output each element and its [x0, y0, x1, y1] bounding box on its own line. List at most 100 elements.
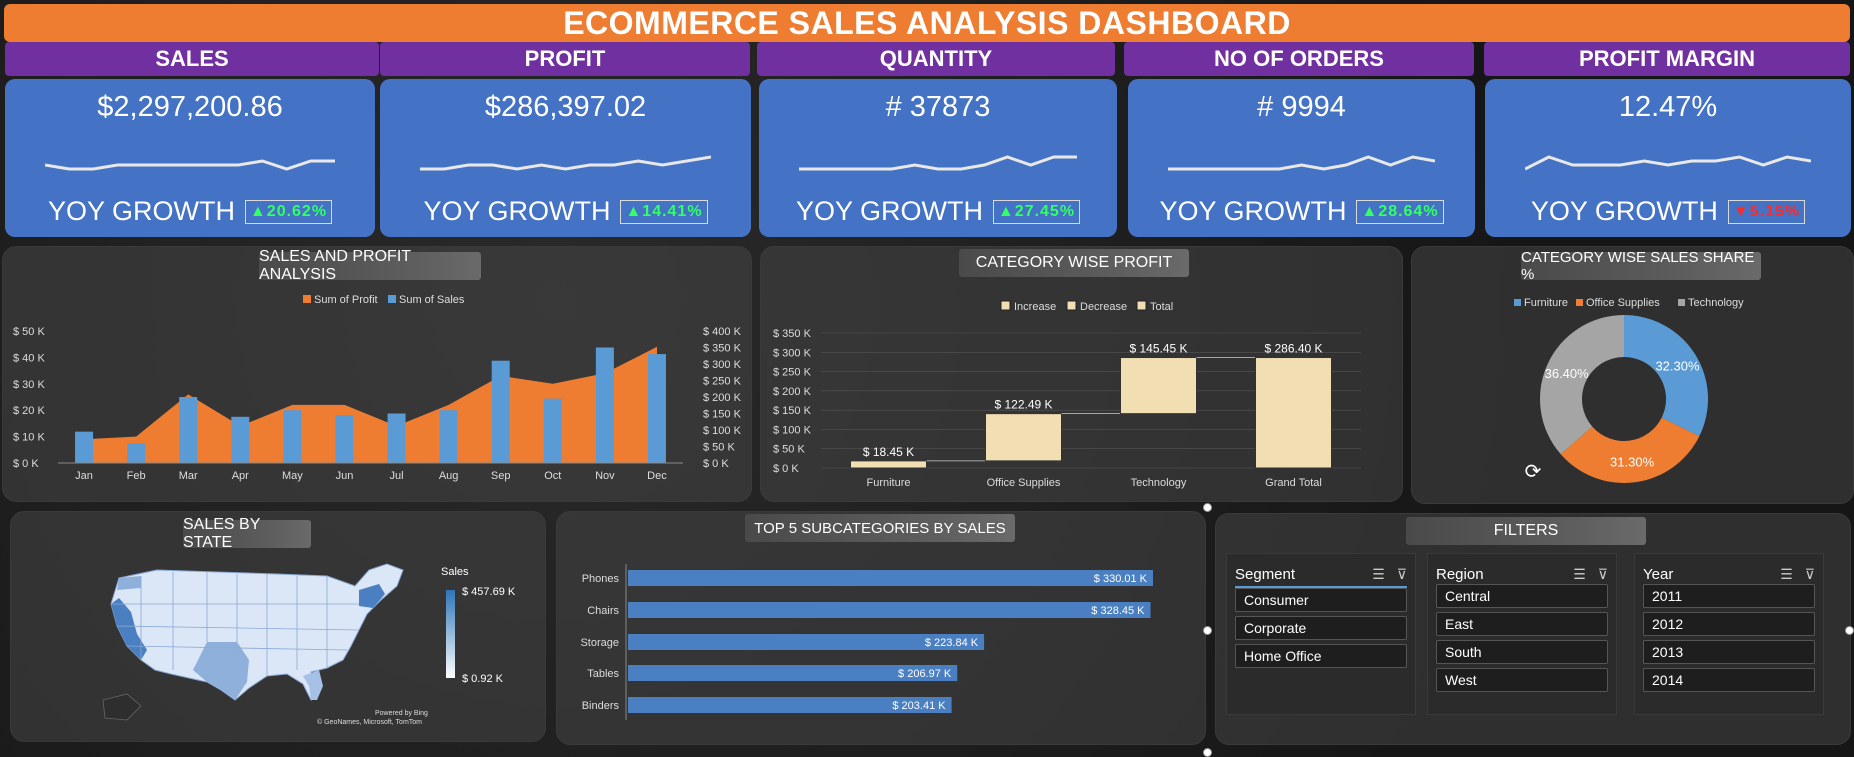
selection-handle[interactable]	[1845, 626, 1854, 635]
kpi-yoy-row: YOY GROWTH ▲14.41%	[380, 196, 751, 227]
multiselect-icon[interactable]: ☰	[1372, 566, 1385, 583]
multiselect-icon[interactable]: ☰	[1780, 566, 1793, 583]
yoy-growth-label: YOY GROWTH	[1530, 196, 1718, 226]
kpi-card-2: # 37873 YOY GROWTH ▲27.45%	[759, 79, 1117, 237]
top5-value-label: $ 330.01 K	[1094, 573, 1148, 585]
us-mainland-shape	[110, 563, 404, 701]
y-tick-label: Binders	[582, 700, 620, 712]
legend-label: Office Supplies	[1586, 297, 1660, 309]
yoy-growth-label: YOY GROWTH	[795, 196, 983, 226]
kpi-header-3: NO OF ORDERS	[1124, 42, 1474, 76]
segment-item-home-office[interactable]: Home Office	[1235, 644, 1407, 668]
region-item-west[interactable]: West	[1436, 668, 1608, 692]
year-item-2011[interactable]: 2011	[1643, 584, 1815, 608]
top5-panel: TOP 5 SUBCATEGORIES BY SALES Phones $ 330…	[556, 511, 1206, 745]
sparkline-path	[799, 155, 1077, 171]
segment-item-corporate[interactable]: Corporate	[1235, 616, 1407, 640]
x-tick-label: May	[282, 470, 303, 482]
y-tick-label: Storage	[580, 637, 619, 649]
selection-handle[interactable]	[1203, 626, 1212, 635]
x-tick-label: Aug	[439, 470, 459, 482]
alaska-shape	[102, 693, 142, 721]
y-right-tick: $ 200 K	[703, 392, 742, 404]
selection-handle[interactable]	[1203, 503, 1212, 512]
state-map-title: SALES BY STATE	[183, 516, 311, 551]
kpi-sparkline	[45, 159, 335, 171]
legend-swatch	[1576, 299, 1583, 306]
sales-bar	[439, 410, 458, 463]
y-left-tick: $ 0 K	[13, 458, 39, 470]
selection-handle[interactable]	[1203, 748, 1212, 757]
y-right-tick: $ 350 K	[703, 343, 742, 355]
filters-title: FILTERS	[1406, 517, 1646, 545]
clear-filter-icon[interactable]: ⊽	[1598, 566, 1608, 583]
kpi-yoy-row: YOY GROWTH ▲27.45%	[759, 196, 1117, 227]
kpi-card-4: 12.47% YOY GROWTH ▼5.15%	[1485, 79, 1851, 237]
legend-swatch-sales	[388, 295, 396, 303]
donut-slice	[1539, 315, 1624, 455]
sales-bar	[595, 347, 614, 463]
waterfall-bar	[985, 413, 1062, 462]
sparkline-path	[1525, 155, 1811, 171]
year-slicer: Year ☰ ⊽ 2011 2012 2013 2014	[1634, 553, 1824, 715]
multiselect-icon[interactable]: ☰	[1573, 566, 1586, 583]
x-tick-label: Mar	[179, 470, 198, 482]
x-tick-label: Jul	[390, 470, 404, 482]
kpi-value: # 9994	[1257, 91, 1346, 123]
y-right-tick: $ 250 K	[703, 376, 742, 388]
year-item-2014[interactable]: 2014	[1643, 668, 1815, 692]
rotate-handle-icon[interactable]: ⟳	[1522, 461, 1544, 483]
legend-swatch	[1000, 300, 1011, 311]
x-tick-label: Sep	[491, 470, 511, 482]
clear-filter-icon[interactable]: ⊽	[1397, 566, 1407, 583]
waterfall-value-label: $ 18.45 K	[863, 445, 914, 459]
kpi-value: $286,397.02	[484, 91, 647, 123]
x-tick-label: Grand Total	[1265, 477, 1322, 489]
x-tick-label: Jan	[75, 470, 93, 482]
region-item-central[interactable]: Central	[1436, 584, 1608, 608]
sparkline-path	[1168, 155, 1435, 171]
segment-slicer-header: Segment ☰ ⊽	[1235, 562, 1407, 588]
y-right-tick: $ 400 K	[703, 326, 742, 338]
year-item-2013[interactable]: 2013	[1643, 640, 1815, 664]
top5-value-label: $ 206.97 K	[898, 668, 952, 680]
y-right-tick: $ 100 K	[703, 425, 742, 437]
y-tick: $ 200 K	[773, 386, 812, 398]
y-tick: $ 0 K	[773, 463, 799, 475]
year-label: Year	[1643, 565, 1674, 583]
y-right-tick: $ 300 K	[703, 359, 742, 371]
donut-value-label: 31.30%	[1610, 454, 1655, 469]
us-map[interactable]	[97, 550, 437, 730]
donut-value-label: 32.30%	[1655, 359, 1700, 374]
y-tick: $ 300 K	[773, 347, 812, 359]
region-label: Region	[1436, 565, 1484, 583]
x-tick-label: Dec	[647, 470, 667, 482]
kpi-value: # 37873	[885, 91, 991, 123]
kpi-sparkline	[799, 155, 1077, 171]
map-legend-min: $ 0.92 K	[462, 673, 503, 685]
legend-swatch	[1514, 299, 1521, 306]
region-item-east[interactable]: East	[1436, 612, 1608, 636]
sales-bar	[543, 398, 562, 463]
segment-item-consumer[interactable]: Consumer	[1235, 588, 1407, 612]
y-tick-label: Phones	[582, 573, 620, 585]
top5-bar	[628, 570, 1153, 586]
kpi-card-1: $286,397.02 YOY GROWTH ▲14.41%	[380, 79, 751, 237]
kpi-sparkline	[1525, 155, 1811, 171]
top5-value-label: $ 223.84 K	[925, 637, 979, 649]
region-slicer: Region ☰ ⊽ Central East South West	[1427, 553, 1617, 715]
legend-label: Decrease	[1080, 301, 1127, 313]
region-item-south[interactable]: South	[1436, 640, 1608, 664]
sales-bar	[283, 410, 302, 463]
x-tick-label: Oct	[544, 470, 561, 482]
y-tick: $ 250 K	[773, 367, 812, 379]
year-item-2012[interactable]: 2012	[1643, 612, 1815, 636]
segment-slicer: Segment ☰ ⊽ Consumer Corporate Home Offic…	[1226, 553, 1416, 715]
kpi-card-0: $2,297,200.86 YOY GROWTH ▲20.62%	[5, 79, 375, 237]
top5-bar	[628, 602, 1151, 618]
map-legend-max: $ 457.69 K	[462, 586, 516, 598]
legend-label: Increase	[1014, 301, 1056, 313]
kpi-header-2: QUANTITY	[757, 42, 1115, 76]
clear-filter-icon[interactable]: ⊽	[1805, 566, 1815, 583]
sales-bar	[231, 416, 250, 463]
